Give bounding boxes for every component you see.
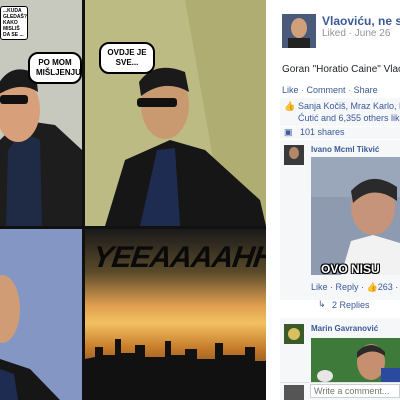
like-action[interactable]: Like <box>282 85 299 95</box>
comment-action[interactable]: Comment <box>307 85 346 95</box>
man-in-suit-illustration <box>85 0 266 226</box>
comic-panel-2: OVDJE JE SVE... <box>85 0 266 226</box>
share-icon: ▣ <box>284 127 293 137</box>
comment-input[interactable] <box>310 384 400 398</box>
reply-arrow-icon: ↳ <box>318 299 326 309</box>
thumbs-up-icon: 👍 <box>284 101 296 111</box>
comment-actions: Like · Reply · 👍263 · Ju <box>311 282 400 293</box>
comment-author[interactable]: Ivano Mcml Tikvić <box>311 145 379 154</box>
likes-line-2[interactable]: Ćutić and 6,355 others like <box>298 113 400 123</box>
comment-photo-2[interactable] <box>311 338 400 382</box>
speech-bubble-1: ...KUDA GLEDAŠ? KAKO MISLIŠ DA SE ... <box>0 6 28 40</box>
post-actions: Like · Comment · Share <box>282 85 378 95</box>
speech-bubble-2: PO MOM MIŠLJENJU <box>28 52 82 84</box>
likes-line-1[interactable]: Sanja Kočiš, Mraz Karlo, Br <box>298 101 400 111</box>
share-action[interactable]: Share <box>354 85 378 95</box>
current-user-avatar <box>284 385 304 400</box>
separator: · <box>348 85 352 95</box>
comic-panel-3 <box>0 229 82 400</box>
separator: · <box>301 85 305 95</box>
page-avatar-image <box>282 14 316 48</box>
comic-image[interactable]: ...KUDA GLEDAŠ? KAKO MISLIŠ DA SE ... PO… <box>0 0 266 400</box>
comic-panel-1: ...KUDA GLEDAŠ? KAKO MISLIŠ DA SE ... PO… <box>0 0 82 226</box>
post-sidebar: Vlaoviću, ne seri Liked · June 26 Goran … <box>266 0 400 400</box>
post-caption: Goran "Horatio Caine" Vlaović <box>282 64 400 75</box>
speech-bubble-3-line1: OVDJE JE <box>107 48 147 57</box>
shout-text: YEEAAAAHH <box>90 241 266 274</box>
comment-author-2[interactable]: Marin Gavranović <box>311 324 378 333</box>
comment-like-reply[interactable]: Like · Reply · <box>311 282 367 292</box>
speech-bubble-2-line1: PO MOM <box>38 58 72 67</box>
speech-bubble-2-line2: MIŠLJENJU <box>36 68 81 77</box>
commenter-avatar-image <box>284 145 304 165</box>
commenter-avatar[interactable] <box>284 145 304 165</box>
commenter-avatar-2-image <box>284 324 304 344</box>
comment-like-count-text: 263 · Ju <box>377 282 400 292</box>
comment-photo[interactable]: OVO NISU <box>311 157 400 275</box>
page-name-link[interactable]: Vlaoviću, ne seri <box>322 14 400 28</box>
commenter-avatar-2[interactable] <box>284 324 304 344</box>
speech-bubble-3: OVDJE JE SVE... <box>99 42 155 74</box>
man-portrait-illustration <box>0 229 82 400</box>
photo-caption: OVO NISU <box>321 262 380 275</box>
comic-panel-4: YEEAAAAHH <box>85 229 266 400</box>
shares-count[interactable]: 101 shares <box>300 127 345 137</box>
player-photo-image <box>311 338 400 382</box>
speech-bubble-1-text: ...KUDA GLEDAŠ? KAKO MISLIŠ DA SE ... <box>3 8 27 38</box>
comment-like-count[interactable]: 👍263 · Ju <box>367 282 400 292</box>
speech-bubble-3-line2: SVE... <box>115 58 139 67</box>
replies-link[interactable]: 2 Replies <box>332 300 370 310</box>
man-photo-image <box>311 157 400 275</box>
post-meta[interactable]: Liked · June 26 <box>322 28 390 39</box>
page-avatar[interactable] <box>282 14 316 48</box>
